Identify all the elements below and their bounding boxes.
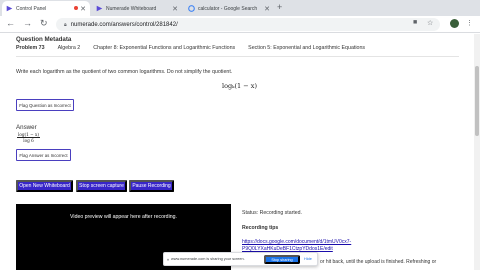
tab-google-search[interactable]: calculator - Google Search ✕ (184, 1, 274, 16)
google-favicon (188, 5, 195, 12)
sharing-message: www.numerade.com is sharing your screen. (171, 257, 245, 261)
metadata-heading: Question Metadata (16, 36, 72, 43)
open-whiteboard-button[interactable]: Open New Whiteboard (16, 180, 73, 192)
chapter-name: Chapter 8: Exponential Functions and Log… (93, 45, 236, 51)
forward-arrow-icon[interactable]: → (23, 18, 32, 28)
close-tab-icon[interactable]: ✕ (264, 5, 270, 13)
divider (16, 56, 459, 57)
browser-tab-strip: Control Panel ✕ Numerade Whiteboard ✕ ca… (0, 0, 480, 16)
metadata-row: Problem 73 Algebra 2 Chapter 8: Exponent… (16, 45, 365, 51)
new-tab-button[interactable]: + (277, 2, 282, 12)
numerade-favicon (96, 5, 103, 12)
profile-avatar[interactable] (450, 19, 459, 28)
tab-numerade-whiteboard[interactable]: Numerade Whiteboard ✕ (92, 1, 182, 16)
url-text: numerade.com/answers/control/281842/ (70, 21, 178, 28)
tab-title: Numerade Whiteboard (106, 5, 157, 12)
page-content: Question Metadata Problem 73 Algebra 2 C… (0, 34, 474, 270)
screen-sharing-banner: ⏸︎ www.numerade.com is sharing your scre… (163, 252, 318, 266)
recording-tips-heading: Recording tips (242, 225, 279, 231)
more-menu-icon[interactable]: ⋮ (466, 19, 473, 27)
tab-title: calculator - Google Search (198, 5, 258, 12)
address-bar[interactable]: 🔒︎ numerade.com/answers/control/281842/ (56, 18, 440, 31)
tab-control-panel[interactable]: Control Panel ✕ (2, 1, 90, 16)
answer-denominator: log 6 (23, 138, 34, 143)
tab-title: Control Panel (16, 5, 47, 12)
close-tab-icon[interactable]: ✕ (80, 5, 86, 13)
tips-text: or hit back, until the upload is finishe… (320, 259, 437, 265)
tips-doc-link[interactable]: https://docs.google.com/document/d/1tmUV… (242, 239, 351, 245)
stop-sharing-button[interactable]: Stop sharing (264, 255, 300, 264)
subject-name: Algebra 2 (57, 45, 81, 51)
reload-icon[interactable]: ↻ (40, 18, 48, 29)
recording-status: Status: Recording started. (242, 210, 302, 216)
section-name: Section 5: Exponential and Logarithmic E… (248, 45, 366, 51)
stop-screen-capture-button[interactable]: Stop screen capture (76, 180, 127, 192)
question-text: Write each logarithm as the quotient of … (16, 69, 233, 75)
scrollbar-thumb[interactable] (475, 66, 479, 136)
flag-question-button[interactable]: Flag Question as Incorrect (16, 99, 74, 111)
numerade-favicon (6, 5, 13, 12)
pause-recording-button[interactable]: Pause Recording (129, 180, 174, 192)
flag-answer-button[interactable]: Flag Answer as Incorrect (16, 149, 71, 161)
camera-icon[interactable]: ■ (413, 19, 417, 26)
close-tab-icon[interactable]: ✕ (172, 5, 178, 13)
answer-fraction: log(1 − x) log 6 (17, 132, 41, 143)
answer-heading: Answer (16, 124, 37, 131)
hide-banner-button[interactable]: Hide (304, 255, 312, 264)
recording-indicator-icon (74, 6, 78, 10)
lock-icon: 🔒︎ (64, 21, 67, 28)
bookmark-star-icon[interactable]: ☆ (427, 19, 433, 27)
question-expression: logₖ(1 − x) (222, 82, 257, 90)
back-arrow-icon[interactable]: ← (6, 18, 15, 28)
browser-toolbar: ← → ↻ 🔒︎ numerade.com/answers/control/28… (0, 16, 480, 33)
sharing-indicator-icon: ⏸︎ (167, 256, 169, 262)
problem-number: Problem 73 (16, 45, 45, 51)
video-placeholder-text: Video preview will appear here after rec… (70, 214, 177, 220)
